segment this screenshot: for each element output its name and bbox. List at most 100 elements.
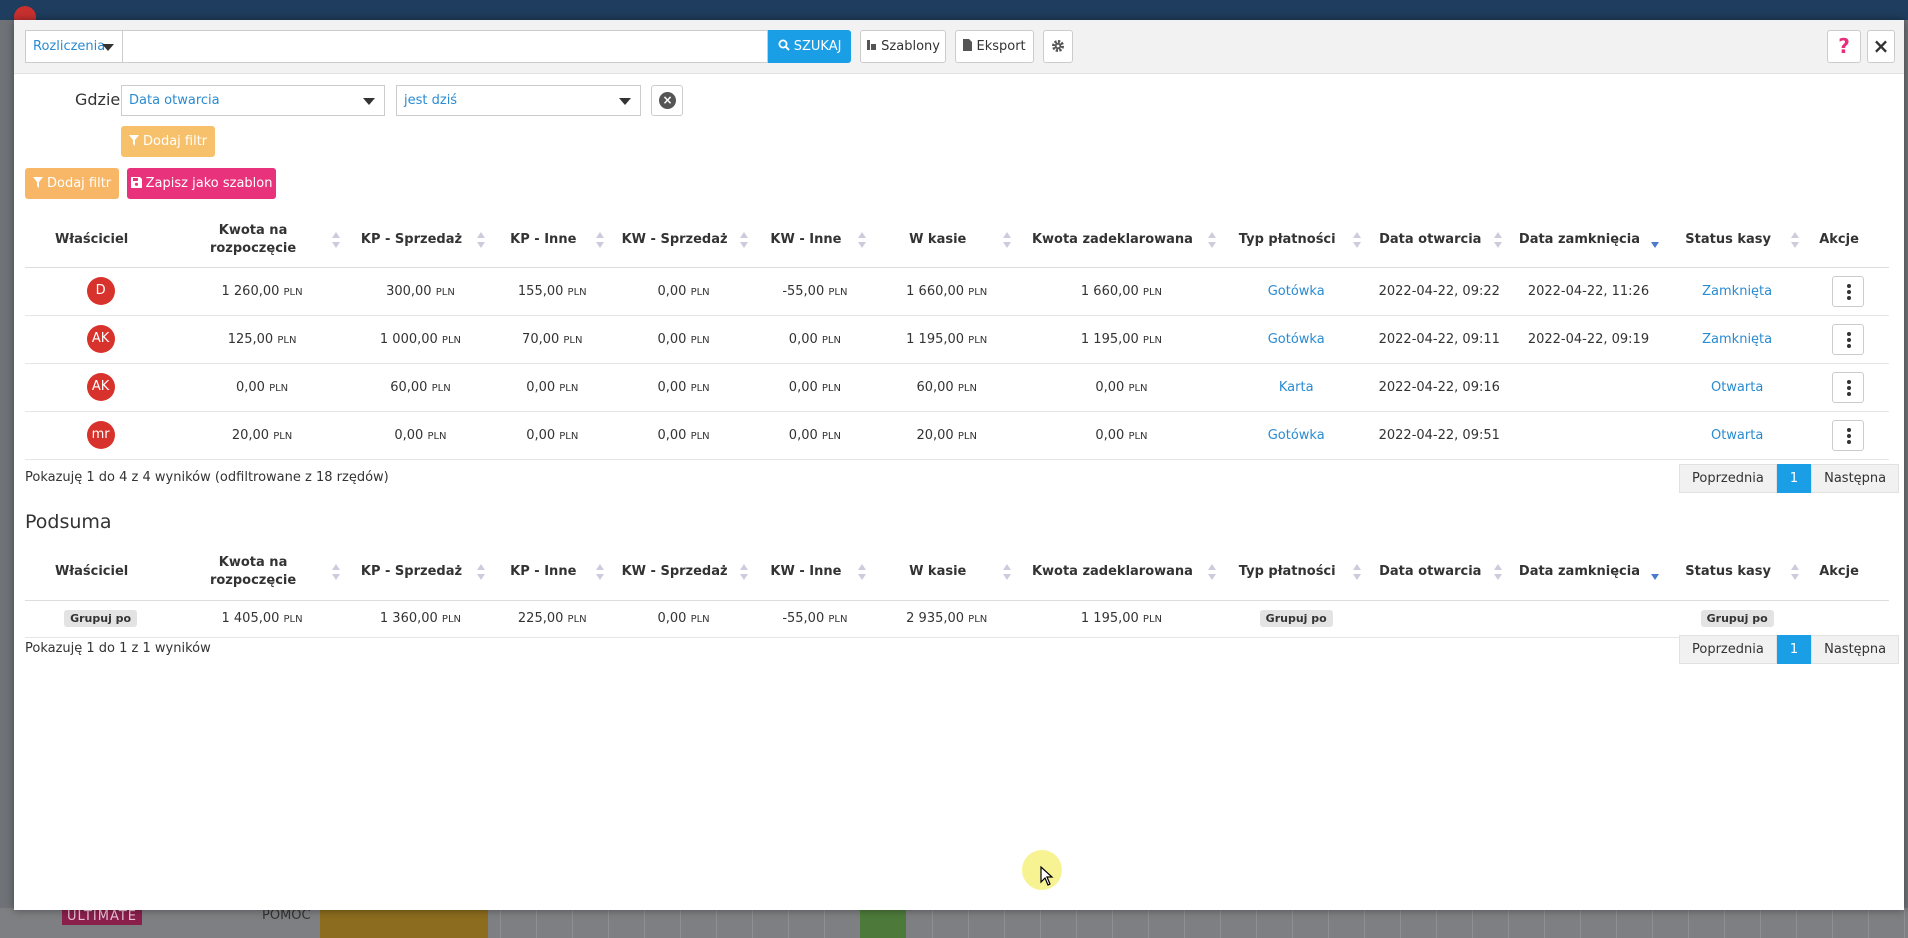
cell-start: 1 260,00	[221, 283, 280, 299]
search-icon	[778, 39, 790, 51]
cell-kw-sale: 0,00	[657, 331, 687, 347]
sort-icon	[739, 563, 748, 580]
add-filter-button[interactable]: Dodaj filtr	[25, 168, 119, 199]
column-header-label: KW - Inne	[770, 231, 842, 247]
column-header[interactable]: Typ płatności	[1223, 544, 1369, 601]
sum-kp-sale: 1 360,00	[379, 611, 438, 626]
column-header[interactable]: Status kasy	[1667, 213, 1808, 268]
background-calendar-grid	[320, 908, 1908, 938]
sort-icon	[1352, 563, 1361, 580]
column-header[interactable]: W kasie	[874, 544, 1020, 601]
column-header[interactable]: KP - Sprzedaż	[347, 213, 494, 268]
filter-field-select[interactable]: Data otwarcia	[121, 85, 385, 116]
caret-down-icon	[102, 44, 114, 51]
next-page-button[interactable]: Następna	[1811, 635, 1900, 664]
next-page-button[interactable]: Następna	[1811, 464, 1900, 493]
status-link[interactable]: Zamknięta	[1702, 332, 1772, 347]
export-button[interactable]: Eksport	[955, 30, 1034, 63]
add-filter-group-label: Dodaj filtr	[142, 134, 208, 149]
table-row: AK 125,00 PLN 1 000,00 PLN 70,00 PLN 0,00 PL…	[25, 315, 1889, 364]
sort-icon	[1003, 563, 1012, 580]
column-header[interactable]: Kwota na rozpoczęcie	[176, 544, 348, 601]
column-header[interactable]: W kasie	[874, 213, 1020, 268]
page-1-button[interactable]: 1	[1776, 464, 1812, 493]
subtotal-pagination: Poprzednia 1 Następna	[1679, 635, 1900, 664]
search-input[interactable]	[122, 30, 768, 63]
prev-page-button[interactable]: Poprzednia	[1679, 464, 1777, 493]
save-template-label: Zapisz jako szablon	[145, 176, 273, 191]
column-header-label: Data zamknięcia	[1518, 563, 1640, 579]
column-header[interactable]: KW - Inne	[755, 544, 875, 601]
column-header[interactable]: Data otwarcia	[1368, 544, 1510, 601]
page-1-button[interactable]: 1	[1776, 635, 1812, 664]
sort-icon	[1207, 563, 1216, 580]
cell-opened: 2022-04-22, 09:51	[1378, 427, 1500, 443]
mouse-cursor-icon	[1040, 866, 1054, 886]
column-header[interactable]: Status kasy	[1667, 544, 1808, 601]
column-header[interactable]: Kwota na rozpoczęcie	[176, 213, 348, 268]
sort-icon	[1003, 231, 1012, 248]
column-header-label: Właściciel	[54, 231, 129, 247]
column-header[interactable]: KP - Sprzedaż	[347, 544, 494, 601]
column-header[interactable]: Właściciel	[25, 213, 177, 268]
background-reservation-cell	[320, 908, 488, 938]
column-header[interactable]: KP - Inne	[493, 544, 612, 601]
payment-type-link[interactable]: Gotówka	[1268, 284, 1325, 299]
column-header[interactable]: Kwota zadeklarowana	[1019, 213, 1224, 268]
payment-type-link[interactable]: Gotówka	[1268, 428, 1325, 443]
column-header-label: W kasie	[909, 563, 967, 579]
avatar: D	[86, 277, 115, 305]
column-header[interactable]: KW - Sprzedaż	[611, 544, 756, 601]
sort-icon	[1207, 231, 1216, 248]
save-template-button[interactable]: Zapisz jako szablon	[127, 168, 276, 199]
column-header[interactable]: Data zamknięcia	[1509, 544, 1668, 601]
column-header[interactable]: Data zamknięcia	[1509, 213, 1668, 268]
row-actions-button[interactable]	[1832, 323, 1865, 355]
column-header[interactable]: KP - Inne	[493, 213, 612, 268]
column-header[interactable]: KW - Sprzedaż	[611, 213, 756, 268]
sum-kw-other: -55,00	[782, 611, 825, 626]
caret-down-icon	[619, 98, 631, 105]
column-header-label: KW - Sprzedaż	[621, 231, 728, 247]
filter-operator-select[interactable]: jest dziś	[396, 85, 641, 116]
prev-page-button[interactable]: Poprzednia	[1679, 635, 1777, 664]
cell-declared: 0,00	[1095, 427, 1125, 443]
payment-type-link[interactable]: Gotówka	[1268, 332, 1325, 347]
payment-type-link[interactable]: Karta	[1279, 380, 1314, 395]
sort-icon	[595, 563, 604, 580]
settings-button[interactable]	[1043, 30, 1073, 63]
status-link[interactable]: Zamknięta	[1702, 284, 1772, 299]
search-button[interactable]: SZUKAJ	[768, 30, 851, 63]
status-link[interactable]: Otwarta	[1711, 428, 1763, 443]
cell-opened: 2022-04-22, 09:11	[1378, 331, 1500, 347]
close-button[interactable]: ×	[1867, 30, 1895, 63]
column-header[interactable]: Właściciel	[25, 544, 177, 601]
search-button-label: SZUKAJ	[793, 39, 842, 54]
kebab-dot	[1847, 439, 1852, 444]
templates-button[interactable]: Szablony	[860, 30, 946, 63]
subtotal-info: Pokazuję 1 do 1 z 1 wyników	[25, 641, 211, 656]
search-type-dropdown[interactable]: Rozliczenia	[25, 30, 122, 63]
group-by-badge[interactable]: Grupuj po	[1259, 610, 1333, 627]
column-header[interactable]: Typ płatności	[1223, 213, 1369, 268]
column-header[interactable]: Data otwarcia	[1368, 213, 1510, 268]
sort-icon	[477, 563, 486, 580]
column-header: Akcje	[1807, 213, 1889, 268]
add-filter-group-button[interactable]: Dodaj filtr	[121, 126, 215, 157]
settlements-table: Właściciel Kwota na rozpoczęcie KP - Sprze…	[25, 213, 1889, 460]
group-by-badge[interactable]: Grupuj po	[1700, 610, 1774, 627]
row-actions-button[interactable]	[1832, 419, 1865, 451]
help-button[interactable]: ?	[1827, 30, 1861, 63]
cell-kp-sale: 0,00	[394, 427, 424, 443]
row-actions-button[interactable]	[1832, 275, 1865, 307]
sort-icon	[739, 231, 748, 248]
column-header[interactable]: Kwota zadeklarowana	[1019, 544, 1224, 601]
group-by-badge[interactable]: Grupuj po	[64, 610, 138, 627]
remove-filter-button[interactable]: ×	[651, 85, 683, 116]
cell-kp-sale: 60,00	[390, 379, 428, 395]
row-actions-button[interactable]	[1832, 371, 1865, 403]
column-header-label: Kwota na rozpoczęcie	[209, 554, 297, 588]
status-link[interactable]: Otwarta	[1711, 380, 1763, 395]
column-header[interactable]: KW - Inne	[755, 213, 875, 268]
kebab-dot	[1847, 433, 1852, 438]
